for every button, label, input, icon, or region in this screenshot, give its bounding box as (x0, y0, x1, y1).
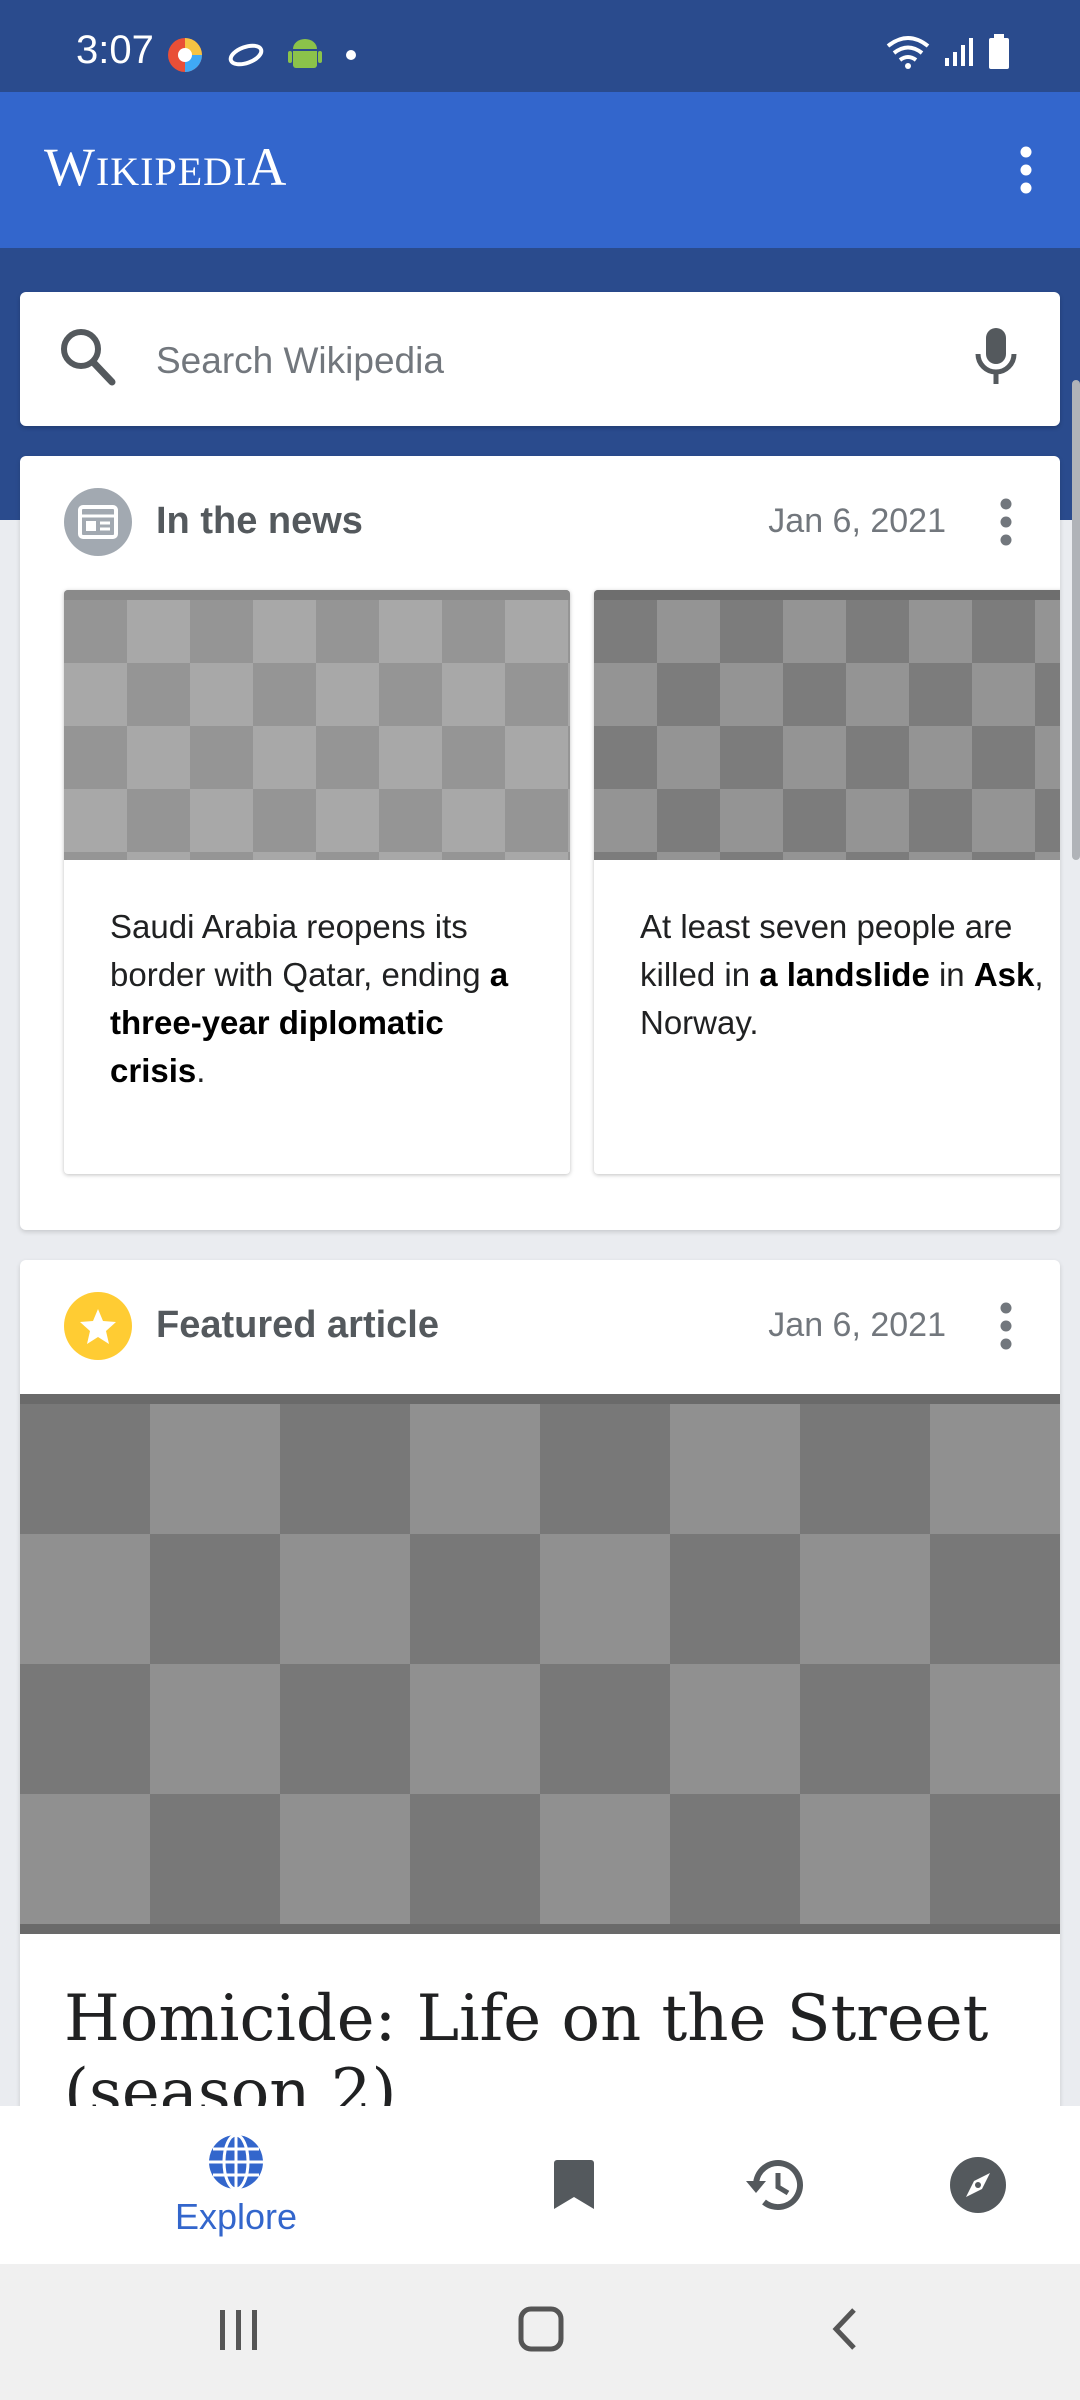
system-navigation-bar (0, 2264, 1080, 2400)
app-bar: WIKIPEDIA (0, 92, 1080, 248)
status-bar: 3:07 (0, 0, 1080, 92)
wikipedia-wordmark: WIKIPEDIA (44, 136, 287, 198)
card-title: Featured article (156, 1304, 439, 1346)
card-date: Jan 6, 2021 (768, 1306, 946, 1344)
search-bar[interactable] (20, 292, 1060, 426)
newspaper-icon (64, 488, 132, 556)
nav-explore-label: Explore (174, 2196, 298, 2237)
news-item[interactable]: At least seven people are killed in a la… (594, 590, 1060, 1174)
nav-history[interactable] (736, 2106, 816, 2264)
card-date: Jan 6, 2021 (768, 502, 946, 540)
nav-explore[interactable]: Explore (146, 2106, 326, 2264)
status-system-icons (886, 34, 1010, 75)
card-header: In the news Jan 6, 2021 (20, 456, 1060, 592)
home-icon[interactable] (516, 2304, 566, 2359)
wordmark-middle: IKIPEDI (95, 149, 248, 194)
bottom-navigation: Explore (0, 2106, 1080, 2264)
news-text-part: . (196, 1052, 206, 1089)
card-title: In the news (156, 500, 363, 542)
back-icon[interactable] (826, 2304, 862, 2359)
featured-image-placeholder (20, 1394, 1060, 1934)
news-item-text: At least seven people are killed in a la… (594, 865, 1060, 1047)
featured-article-card[interactable]: Featured article Jan 6, 2021 Homicide: L… (20, 1260, 1060, 2160)
bookmark-icon (554, 2160, 594, 2209)
wifi-icon (886, 34, 930, 75)
dot-icon (344, 48, 358, 67)
globe-icon (209, 2133, 263, 2191)
status-time: 3:07 (76, 28, 154, 72)
wordmark-last: A (247, 137, 288, 197)
card-header: Featured article Jan 6, 2021 (20, 1260, 1060, 1396)
recent-apps-icon[interactable] (216, 2304, 262, 2359)
history-icon (746, 2160, 803, 2211)
mic-icon[interactable] (974, 326, 1018, 393)
signal-icon (944, 36, 974, 73)
in-the-news-card: In the news Jan 6, 2021 Saudi Arabia reo… (20, 456, 1060, 1230)
news-image-placeholder (594, 590, 1060, 860)
card-menu-icon[interactable] (988, 1300, 1024, 1352)
compass-icon (950, 2157, 1006, 2213)
news-link[interactable]: Ask (974, 956, 1035, 993)
android-icon (288, 37, 322, 78)
news-item[interactable]: Saudi Arabia reopens its border with Qat… (64, 590, 570, 1174)
nav-nearby[interactable] (938, 2106, 1018, 2264)
nav-saved[interactable] (534, 2106, 614, 2264)
news-link[interactable]: a landslide (759, 956, 930, 993)
link-icon (226, 40, 266, 75)
battery-icon (988, 34, 1010, 75)
news-item-text: Saudi Arabia reopens its border with Qat… (64, 865, 570, 1095)
search-input[interactable] (154, 332, 938, 390)
star-icon (64, 1292, 132, 1360)
news-text-part: in (929, 956, 974, 993)
card-menu-icon[interactable] (988, 496, 1024, 548)
scrollbar[interactable] (1072, 380, 1080, 860)
status-notification-icons (166, 36, 358, 79)
news-image-placeholder (64, 590, 570, 860)
more-vert-icon[interactable] (1006, 144, 1046, 196)
app-notification-icon (166, 36, 204, 79)
news-text-part: Saudi Arabia reopens its border with Qat… (110, 908, 490, 993)
wordmark-first: W (44, 137, 96, 197)
search-icon[interactable] (58, 326, 116, 393)
